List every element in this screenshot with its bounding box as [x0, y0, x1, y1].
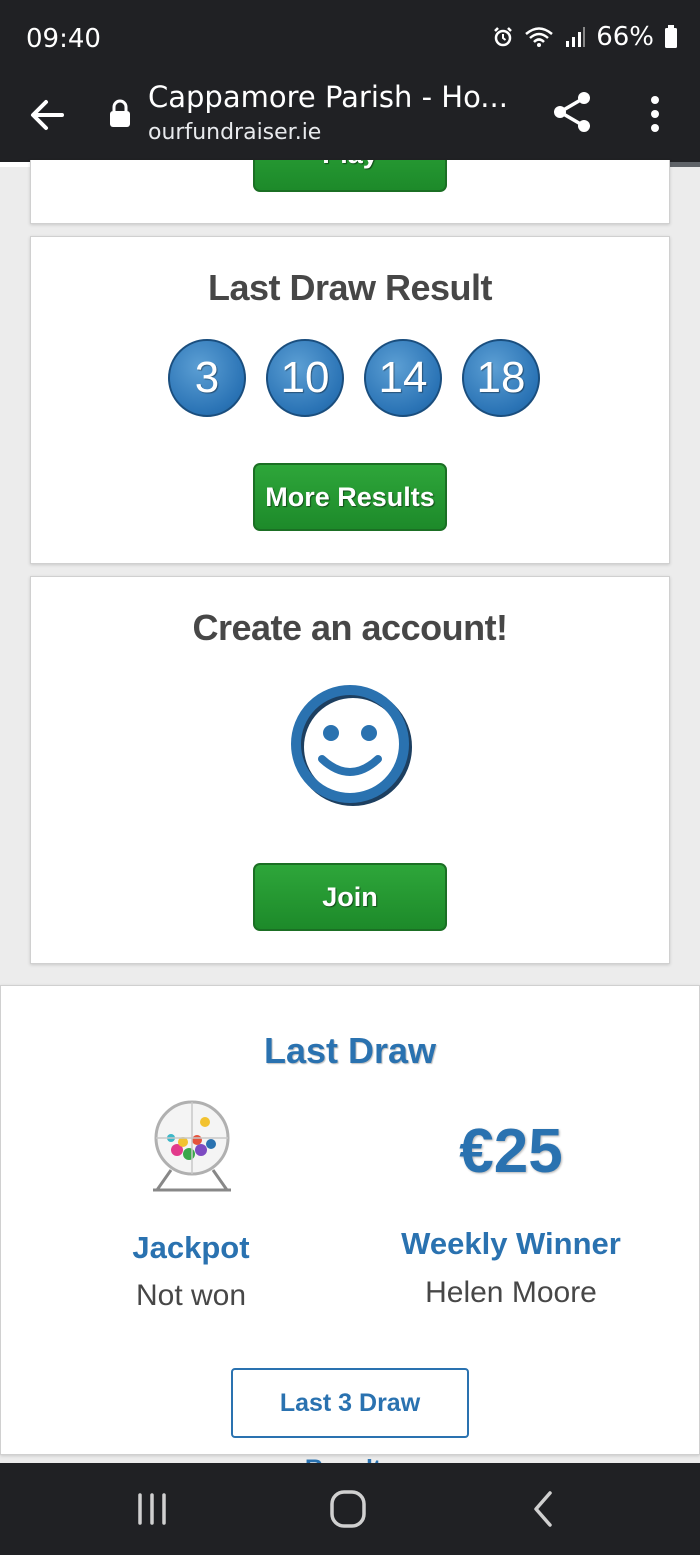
- more-vert-icon[interactable]: [638, 90, 672, 138]
- last-draw-card: Last Draw €25 Jackpot Not won Weekly Win…: [0, 985, 700, 1483]
- page-title[interactable]: Cappamore Parish - Ho...: [148, 80, 508, 114]
- play-button[interactable]: Play: [253, 160, 447, 192]
- last-draw-title: Last Draw: [263, 1030, 437, 1071]
- prize-amount: €25: [459, 1117, 563, 1186]
- more-results-button[interactable]: More Results: [253, 463, 447, 531]
- battery-percent: 66%: [596, 22, 654, 52]
- result-ball: 10: [266, 339, 344, 417]
- status-time: 09:40: [26, 24, 101, 54]
- result-balls: 3 10 14 18: [31, 339, 669, 417]
- join-button[interactable]: Join: [253, 863, 447, 931]
- play-card: Play: [30, 160, 670, 224]
- result-ball: 14: [364, 339, 442, 417]
- page-domain[interactable]: ourfundraiser.ie: [148, 120, 321, 145]
- back-icon[interactable]: [520, 1487, 568, 1531]
- jackpot-value: Not won: [135, 1279, 247, 1312]
- browser-toolbar: Cappamore Parish - Ho... ourfundraiser.i…: [0, 78, 700, 162]
- account-heading: Create an account!: [192, 607, 508, 648]
- weekly-winner-name: Helen Moore: [425, 1276, 597, 1309]
- jackpot-label: Jackpot: [132, 1230, 250, 1265]
- battery-icon: [665, 25, 677, 48]
- status-icons: 66%: [492, 22, 678, 52]
- result-ball: 3: [168, 339, 246, 417]
- last-3-draw-results-button[interactable]: Last 3 Draw Results: [231, 1368, 469, 1483]
- status-bar: 09:40 66%: [0, 0, 700, 78]
- last-draw-result-card: Last Draw Result 3 10 14 18 More Results: [30, 236, 670, 564]
- back-arrow-icon[interactable]: [22, 90, 72, 140]
- alarm-icon: [494, 27, 513, 47]
- weekly-winner-label: Weekly Winner: [401, 1226, 621, 1261]
- system-nav-bar: [0, 1463, 700, 1555]
- result-ball: 18: [462, 339, 540, 417]
- smiley-icon: [291, 685, 412, 806]
- create-account-card: Create an account! Join: [30, 576, 670, 964]
- home-icon[interactable]: [324, 1487, 372, 1531]
- lock-icon: [110, 99, 130, 127]
- share-icon[interactable]: [548, 88, 596, 136]
- result-heading: Last Draw Result: [207, 267, 493, 308]
- signal-icon: [566, 27, 586, 47]
- wifi-icon: [525, 27, 554, 47]
- lottery-machine-icon: [153, 1100, 231, 1192]
- recent-apps-icon[interactable]: [128, 1487, 176, 1531]
